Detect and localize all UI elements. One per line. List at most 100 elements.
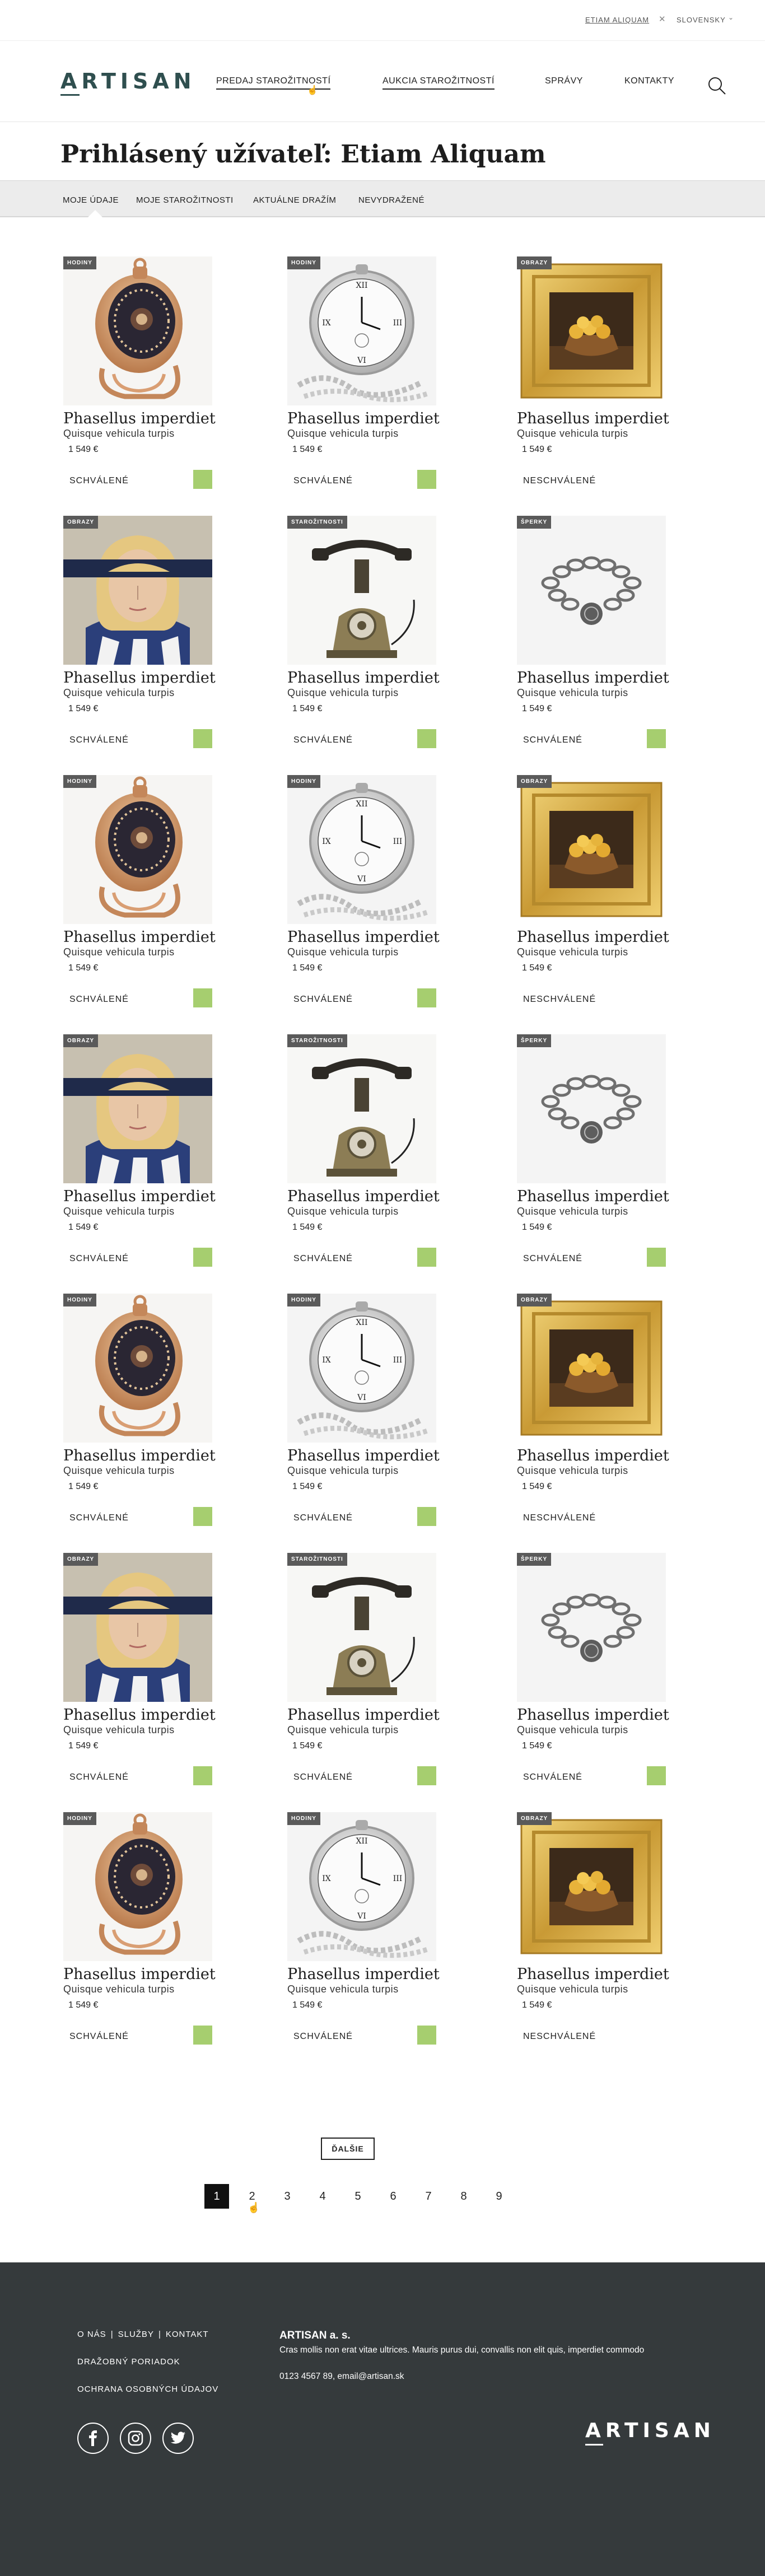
product-card[interactable]: OBRAZY Phasellus imperdiet Quisque vehic… (60, 516, 284, 775)
product-card[interactable]: OBRAZY Phasellus imperdiet Quisque vehic… (514, 256, 705, 516)
product-card[interactable]: STAROŽITNOSTI Phasellus imperdiet Quisqu… (284, 516, 514, 775)
product-description: Quisque vehicula turpis (517, 1984, 628, 1995)
product-price: 1 549 € (292, 445, 323, 454)
product-name[interactable]: Phasellus imperdiet (517, 1188, 669, 1205)
page-7[interactable]: 7 (416, 2184, 441, 2209)
product-image[interactable] (63, 775, 212, 924)
search-icon[interactable] (707, 76, 727, 96)
product-image[interactable]: XII III VI IX (287, 1294, 436, 1443)
nav-auction-antiques[interactable]: AUKCIA STAROŽITNOSTÍ (382, 76, 495, 90)
product-image[interactable] (517, 1034, 666, 1183)
product-image[interactable] (517, 516, 666, 665)
page-5[interactable]: 5 (346, 2184, 370, 2209)
page-8[interactable]: 8 (451, 2184, 476, 2209)
product-name[interactable]: Phasellus imperdiet (287, 410, 440, 427)
product-image[interactable] (63, 1553, 212, 1702)
product-name[interactable]: Phasellus imperdiet (287, 669, 440, 687)
nav-news[interactable]: SPRÁVY (545, 76, 583, 86)
product-image[interactable] (63, 1294, 212, 1443)
footer-link-services[interactable]: SLUŽBY (118, 2330, 154, 2339)
footer-logo[interactable]: ARTISAN (585, 2419, 715, 2442)
product-card[interactable]: XII III VI IX HODINY Phasellus imperdiet Qu… (284, 775, 514, 1034)
product-image[interactable] (287, 1553, 436, 1702)
product-name[interactable]: Phasellus imperdiet (63, 928, 216, 946)
product-image[interactable]: XII III VI IX (287, 256, 436, 405)
page-1[interactable]: 1 (204, 2184, 229, 2209)
product-name[interactable]: Phasellus imperdiet (517, 1447, 669, 1464)
product-card[interactable]: HODINY Phasellus imperdiet Quisque vehic… (60, 1294, 284, 1553)
approved-indicator (417, 2026, 436, 2045)
tab-unsold[interactable]: NEVYDRAŽENÉ (358, 195, 425, 205)
category-badge: OBRAZY (517, 1812, 552, 1825)
page-9[interactable]: 9 (487, 2184, 511, 2209)
product-image[interactable] (63, 516, 212, 665)
product-name[interactable]: Phasellus imperdiet (63, 410, 216, 427)
footer-link-about[interactable]: O NÁS (77, 2330, 106, 2339)
product-image[interactable] (517, 775, 666, 924)
product-card[interactable]: STAROŽITNOSTI Phasellus imperdiet Quisqu… (284, 1034, 514, 1294)
product-name[interactable]: Phasellus imperdiet (287, 1447, 440, 1464)
product-card[interactable]: HODINY Phasellus imperdiet Quisque vehic… (60, 775, 284, 1034)
product-name[interactable]: Phasellus imperdiet (517, 1706, 669, 1724)
product-card[interactable]: XII III VI IX HODINY Phasellus imperdiet Qu… (284, 1294, 514, 1553)
product-card[interactable]: ŠPERKY Phasellus imperdiet Quisque vehic… (514, 1034, 705, 1294)
twitter-icon[interactable] (162, 2423, 194, 2454)
product-card[interactable]: HODINY Phasellus imperdiet Quisque vehic… (60, 1812, 284, 2071)
nav-contacts[interactable]: KONTAKTY (624, 76, 674, 86)
chevron-down-icon[interactable]: ⌄ (728, 13, 734, 21)
product-image[interactable] (517, 256, 666, 405)
product-image[interactable] (63, 1034, 212, 1183)
product-name[interactable]: Phasellus imperdiet (287, 928, 440, 946)
logo[interactable]: ARTISAN (60, 69, 196, 94)
product-card[interactable]: OBRAZY Phasellus imperdiet Quisque vehic… (60, 1553, 284, 1812)
product-card[interactable]: XII III VI IX HODINY Phasellus imperdiet Qu… (284, 256, 514, 516)
product-image[interactable] (63, 1812, 212, 1961)
product-card[interactable]: OBRAZY Phasellus imperdiet Quisque vehic… (514, 775, 705, 1034)
language-select[interactable]: SLOVENSKY (677, 16, 726, 24)
product-card[interactable]: STAROŽITNOSTI Phasellus imperdiet Quisqu… (284, 1553, 514, 1812)
product-image[interactable] (517, 1553, 666, 1702)
product-name[interactable]: Phasellus imperdiet (287, 1706, 440, 1724)
product-name[interactable]: Phasellus imperdiet (517, 410, 669, 427)
product-card[interactable]: ŠPERKY Phasellus imperdiet Quisque vehic… (514, 516, 705, 775)
product-image[interactable] (287, 1034, 436, 1183)
product-name[interactable]: Phasellus imperdiet (517, 928, 669, 946)
logout-icon[interactable]: ✕ (659, 14, 666, 24)
page-6[interactable]: 6 (381, 2184, 405, 2209)
footer-link-contact[interactable]: KONTAKT (166, 2330, 209, 2339)
next-button[interactable]: ĎALŠIE (321, 2138, 375, 2160)
product-card[interactable]: XII III VI IX HODINY Phasellus imperdiet Qu… (284, 1812, 514, 2071)
product-card[interactable]: OBRAZY Phasellus imperdiet Quisque vehic… (60, 1034, 284, 1294)
facebook-icon[interactable] (77, 2423, 109, 2454)
product-card[interactable]: HODINY Phasellus imperdiet Quisque vehic… (60, 256, 284, 516)
product-name[interactable]: Phasellus imperdiet (63, 669, 216, 687)
footer-link-auction-rules[interactable]: DRAŽOBNÝ PORIADOK (77, 2357, 180, 2367)
product-name[interactable]: Phasellus imperdiet (63, 1706, 216, 1724)
instagram-icon[interactable] (120, 2423, 151, 2454)
product-name[interactable]: Phasellus imperdiet (517, 1966, 669, 1983)
tab-bidding[interactable]: AKTUÁLNE DRAŽÍM (253, 195, 336, 205)
main-header: ARTISAN PREDAJ STAROŽITNOSTÍ AUKCIA STAR… (0, 40, 765, 122)
tab-my-data[interactable]: MOJE ÚDAJE (63, 195, 119, 205)
product-image[interactable] (517, 1294, 666, 1443)
product-name[interactable]: Phasellus imperdiet (287, 1966, 440, 1983)
product-image[interactable]: XII III VI IX (287, 775, 436, 924)
product-name[interactable]: Phasellus imperdiet (63, 1447, 216, 1464)
approval-status: NESCHVÁLENÉ (523, 1513, 596, 1523)
product-image[interactable]: XII III VI IX (287, 1812, 436, 1961)
product-card[interactable]: ŠPERKY Phasellus imperdiet Quisque vehic… (514, 1553, 705, 1812)
tab-my-antiques[interactable]: MOJE STAROŽITNOSTI (136, 195, 234, 205)
product-image[interactable] (287, 516, 436, 665)
footer-link-privacy[interactable]: OCHRANA OSOBNÝCH ÚDAJOV (77, 2384, 218, 2394)
user-link[interactable]: ETIAM ALIQUAM (585, 16, 649, 24)
product-card[interactable]: OBRAZY Phasellus imperdiet Quisque vehic… (514, 1294, 705, 1553)
product-image[interactable] (63, 256, 212, 405)
product-image[interactable] (517, 1812, 666, 1961)
product-name[interactable]: Phasellus imperdiet (517, 669, 669, 687)
page-3[interactable]: 3 (275, 2184, 300, 2209)
page-4[interactable]: 4 (310, 2184, 335, 2209)
product-name[interactable]: Phasellus imperdiet (63, 1188, 216, 1205)
product-card[interactable]: OBRAZY Phasellus imperdiet Quisque vehic… (514, 1812, 705, 2071)
product-name[interactable]: Phasellus imperdiet (63, 1966, 216, 1983)
product-name[interactable]: Phasellus imperdiet (287, 1188, 440, 1205)
